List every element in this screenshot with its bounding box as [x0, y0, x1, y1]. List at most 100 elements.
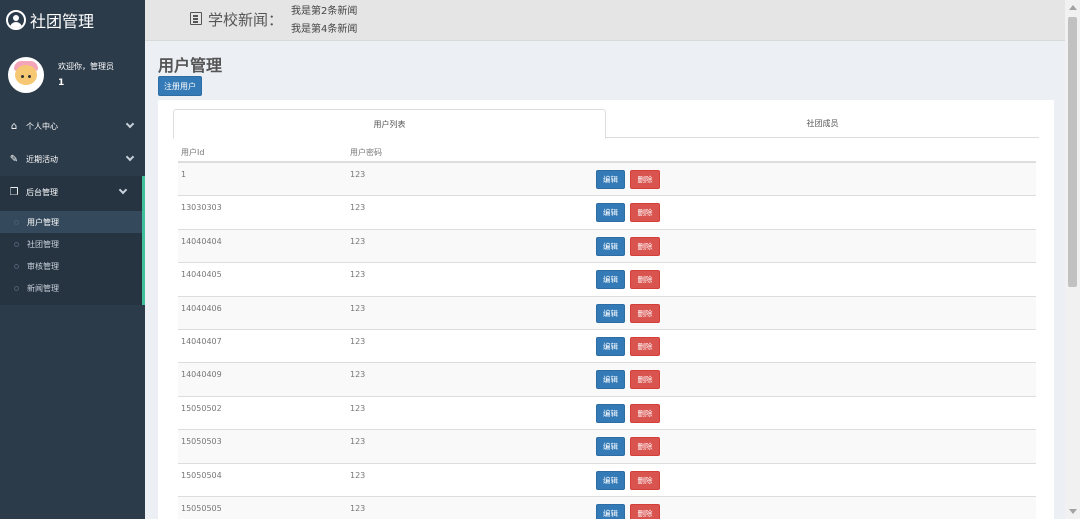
- sidebar-subitem-club-management[interactable]: 社团管理: [0, 233, 142, 255]
- scrollbar-thumb[interactable]: [1068, 17, 1077, 287]
- table-body: 1 123 编辑 删除 13030303 123 编辑 删除 14040404 123 编辑 删除 14…: [178, 163, 1036, 519]
- table-row: 14040404 123 编辑 删除: [178, 229, 1036, 264]
- delete-button[interactable]: 删除: [630, 336, 660, 356]
- cell-user-id: 15050504: [181, 470, 222, 480]
- news-ticker: 我是第2条新闻 我是第4条新闻: [291, 3, 357, 39]
- delete-button[interactable]: 删除: [630, 503, 660, 519]
- cell-password: 123: [350, 203, 366, 213]
- sidebar-subitem-user-management[interactable]: 用户管理: [0, 211, 142, 233]
- edit-button[interactable]: 编辑: [596, 203, 625, 223]
- cell-password: 123: [350, 403, 366, 413]
- edit-button[interactable]: 编辑: [596, 336, 625, 356]
- cell-password: 123: [350, 303, 366, 313]
- table-row: 14040406 123 编辑 删除: [178, 296, 1036, 330]
- circle-icon: [14, 285, 19, 291]
- delete-button[interactable]: 删除: [630, 270, 660, 290]
- news-item[interactable]: 我是第4条新闻: [291, 21, 357, 39]
- edit-button[interactable]: 编辑: [596, 437, 625, 457]
- edit-button[interactable]: 编辑: [596, 236, 625, 256]
- page-scrollbar[interactable]: [1065, 0, 1080, 519]
- edit-icon: ✎: [9, 154, 19, 165]
- tab-club-members[interactable]: 社团成员: [606, 109, 1039, 138]
- delete-button[interactable]: 删除: [630, 303, 660, 323]
- sidebar-subitem-label: 新闻管理: [27, 283, 59, 293]
- cell-password: 123: [350, 170, 366, 179]
- sidebar-subitem-news-management[interactable]: 新闻管理: [0, 277, 142, 299]
- user-panel: 欢迎你，管理员 1: [0, 46, 145, 104]
- cell-user-id: 14040409: [181, 370, 222, 380]
- chevron-down-icon: [125, 152, 135, 162]
- delete-button[interactable]: 删除: [630, 437, 660, 457]
- table-row: 15050505 123 编辑 删除: [178, 496, 1036, 519]
- delete-button[interactable]: 删除: [630, 470, 660, 490]
- table-row: 15050502 123 编辑 删除: [178, 397, 1036, 431]
- cell-password: 123: [350, 236, 366, 246]
- user-name: 1: [58, 78, 65, 88]
- table-row: 15050503 123 编辑 删除: [178, 430, 1036, 464]
- table-row: 15050504 123 编辑 删除: [178, 464, 1036, 497]
- user-circle-icon: [6, 10, 26, 30]
- edit-button[interactable]: 编辑: [596, 270, 625, 290]
- sidebar-subitem-label: 社团管理: [27, 239, 59, 249]
- cell-user-id: 13030303: [181, 203, 222, 213]
- admin-submenu: 用户管理 社团管理 审核管理 新闻管理: [0, 209, 145, 305]
- page-title: 用户管理: [158, 56, 223, 75]
- column-header-user-id: 用户Id: [181, 147, 205, 157]
- brand-title: 社团管理: [30, 12, 95, 31]
- cell-user-id: 14040404: [181, 236, 222, 246]
- home-icon: ⌂: [10, 121, 18, 132]
- circle-icon: [14, 263, 19, 269]
- edit-button[interactable]: 编辑: [596, 170, 625, 189]
- delete-button[interactable]: 删除: [630, 203, 660, 223]
- table-row: 14040407 123 编辑 删除: [178, 330, 1036, 364]
- cell-password: 123: [350, 270, 366, 280]
- welcome-text: 欢迎你，管理员: [58, 62, 114, 71]
- user-table: 用户Id 用户密码 1 123 编辑 删除 13030303 123 编辑 删除 1404040…: [178, 143, 1036, 519]
- edit-button[interactable]: 编辑: [596, 503, 625, 519]
- delete-button[interactable]: 删除: [630, 236, 660, 256]
- circle-icon: [14, 219, 19, 225]
- sidebar-item-label: 近期活动: [26, 155, 58, 164]
- cell-user-id: 1: [181, 170, 187, 179]
- tab-user-list[interactable]: 用户列表: [173, 109, 606, 139]
- delete-button[interactable]: 删除: [630, 403, 660, 423]
- tab-bar: 用户列表 社团成员: [173, 109, 1039, 139]
- table-row: 14040409 123 编辑 删除: [178, 363, 1036, 397]
- avatar: [8, 57, 44, 93]
- top-bar: 学校新闻： 我是第2条新闻 我是第4条新闻: [145, 0, 1065, 41]
- cell-password: 123: [350, 437, 366, 447]
- cell-user-id: 14040407: [181, 336, 222, 346]
- sidebar-subitem-review-management[interactable]: 审核管理: [0, 255, 142, 277]
- delete-button[interactable]: 删除: [630, 170, 660, 189]
- edit-button[interactable]: 编辑: [596, 370, 625, 390]
- edit-button[interactable]: 编辑: [596, 470, 625, 490]
- register-user-button[interactable]: 注册用户: [158, 76, 202, 96]
- table-row: 13030303 123 编辑 删除: [178, 196, 1036, 230]
- edit-button[interactable]: 编辑: [596, 303, 625, 323]
- news-item[interactable]: 我是第2条新闻: [291, 3, 357, 21]
- sidebar-item-recent-activities[interactable]: ✎ 近期活动: [0, 143, 145, 176]
- scroll-up-icon[interactable]: [1069, 5, 1077, 10]
- edit-button[interactable]: 编辑: [596, 403, 625, 423]
- chevron-down-icon: [118, 185, 128, 195]
- cell-password: 123: [350, 503, 366, 513]
- scroll-down-icon[interactable]: [1069, 509, 1077, 514]
- sidebar-item-personal-center[interactable]: ⌂ 个人中心: [0, 110, 145, 143]
- chevron-down-icon: [125, 119, 135, 129]
- cell-user-id: 15050502: [181, 403, 222, 413]
- table-row: 14040405 123 编辑 删除: [178, 263, 1036, 297]
- cell-password: 123: [350, 336, 366, 346]
- sidebar-item-label: 后台管理: [26, 188, 58, 197]
- content-panel: 用户列表 社团成员 用户Id 用户密码 1 123 编辑 删除 13030303 123 编…: [158, 100, 1054, 519]
- brand[interactable]: 社团管理: [0, 0, 145, 40]
- sidebar-item-admin[interactable]: ❐ 后台管理: [0, 176, 145, 209]
- table-header: 用户Id 用户密码: [178, 143, 1036, 163]
- sidebar-subitem-label: 用户管理: [27, 217, 59, 227]
- newspaper-icon: [190, 12, 202, 25]
- delete-button[interactable]: 删除: [630, 370, 660, 390]
- sidebar-subitem-label: 审核管理: [27, 261, 59, 271]
- school-news-label: 学校新闻：: [208, 11, 284, 29]
- sidebar-menu: ⌂ 个人中心 ✎ 近期活动 ❐ 后台管理 用户管理 社团管理 审核管理 新闻管理: [0, 110, 145, 305]
- table-row: 1 123 编辑 删除: [178, 163, 1036, 197]
- cell-password: 123: [350, 370, 366, 380]
